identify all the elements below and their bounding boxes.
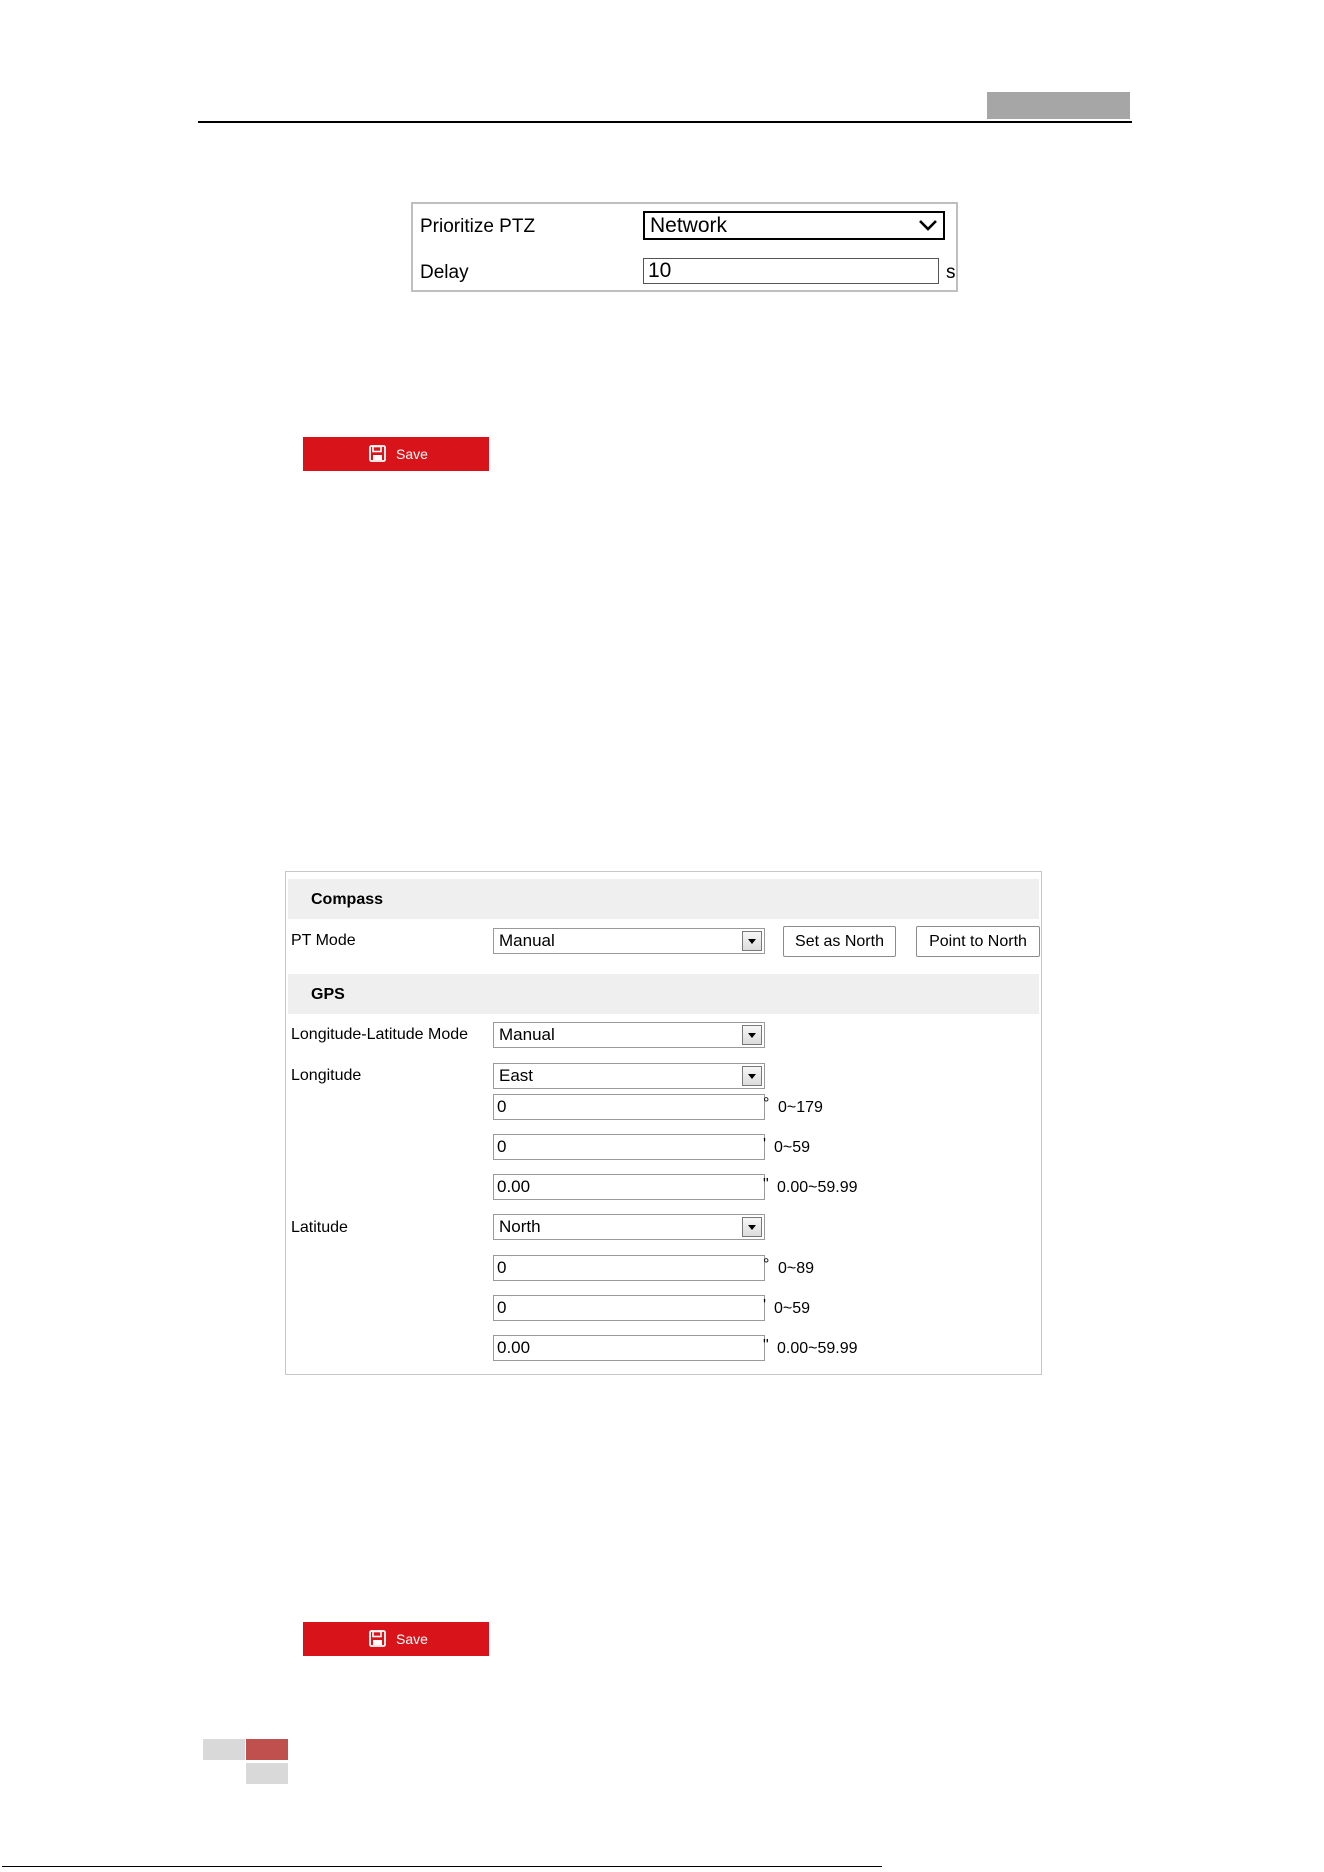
latitude-label: Latitude (291, 1219, 348, 1236)
latitude-minutes-unit: ' (763, 1297, 767, 1314)
prioritize-ptz-label: Prioritize PTZ (420, 216, 536, 237)
compass-section-title: Compass (311, 891, 384, 908)
gps-section-title: GPS (311, 986, 345, 1003)
pt-mode-label: PT Mode (291, 932, 356, 949)
gps-section-bar (288, 974, 1039, 1014)
dropdown-arrow-icon[interactable] (742, 1066, 762, 1086)
longitude-minutes-range: 0~59 (774, 1139, 811, 1156)
longitude-seconds-unit: " (763, 1176, 769, 1193)
latitude-seconds-input[interactable]: 0.00 (493, 1335, 765, 1361)
footer-square-gray (203, 1739, 245, 1760)
lon-lat-mode-label: Longitude-Latitude Mode (291, 1026, 469, 1043)
footer-rule (2, 1866, 882, 1867)
longitude-direction-value: East (499, 1066, 534, 1085)
delay-label: Delay (420, 262, 469, 283)
longitude-seconds-input[interactable]: 0.00 (493, 1174, 765, 1200)
compass-section-bar (288, 879, 1039, 919)
latitude-degrees-unit: ° (763, 1256, 770, 1273)
lon-lat-mode-value: Manual (499, 1025, 555, 1044)
save-button[interactable]: Save (303, 1622, 489, 1656)
latitude-seconds-unit: " (763, 1337, 769, 1354)
set-as-north-button[interactable]: Set as North (783, 926, 896, 957)
save-button[interactable]: Save (303, 437, 489, 471)
latitude-degrees-range: 0~89 (778, 1260, 815, 1277)
lon-lat-mode-select[interactable]: Manual (493, 1022, 765, 1048)
latitude-minutes-input[interactable]: 0 (493, 1295, 765, 1321)
chevron-down-icon (919, 220, 937, 231)
longitude-minutes-input[interactable]: 0 (493, 1134, 765, 1160)
pt-mode-select[interactable]: Manual (493, 928, 765, 954)
delay-input[interactable]: 10 (643, 258, 939, 284)
longitude-label: Longitude (291, 1067, 362, 1084)
latitude-degrees-input[interactable]: 0 (493, 1255, 765, 1281)
prioritize-ptz-select[interactable]: Network (643, 211, 945, 240)
latitude-minutes-range: 0~59 (774, 1300, 811, 1317)
pt-mode-value: Manual (499, 931, 555, 950)
longitude-seconds-range: 0.00~59.99 (777, 1179, 858, 1196)
dropdown-arrow-icon[interactable] (742, 1217, 762, 1237)
dropdown-arrow-icon[interactable] (742, 1025, 762, 1045)
latitude-seconds-range: 0.00~59.99 (777, 1340, 858, 1357)
save-button-label: Save (396, 445, 428, 462)
point-to-north-button[interactable]: Point to North (916, 926, 1040, 957)
save-icon (369, 1630, 386, 1647)
latitude-direction-select[interactable]: North (493, 1214, 765, 1240)
footer-square-gray (246, 1763, 288, 1784)
dropdown-arrow-icon[interactable] (742, 931, 762, 951)
prioritize-ptz-value: Network (650, 214, 728, 237)
longitude-minutes-unit: ' (763, 1136, 767, 1153)
latitude-direction-value: North (499, 1217, 541, 1236)
save-icon (369, 445, 386, 462)
longitude-direction-select[interactable]: East (493, 1063, 765, 1089)
footer-square-accent (246, 1739, 288, 1760)
header-tab (987, 92, 1130, 119)
longitude-degrees-range: 0~179 (778, 1099, 823, 1116)
longitude-degrees-unit: ° (763, 1095, 770, 1112)
longitude-degrees-input[interactable]: 0 (493, 1094, 765, 1120)
header-rule (198, 121, 1132, 123)
delay-unit: s (946, 262, 956, 283)
save-button-label: Save (396, 1630, 428, 1647)
